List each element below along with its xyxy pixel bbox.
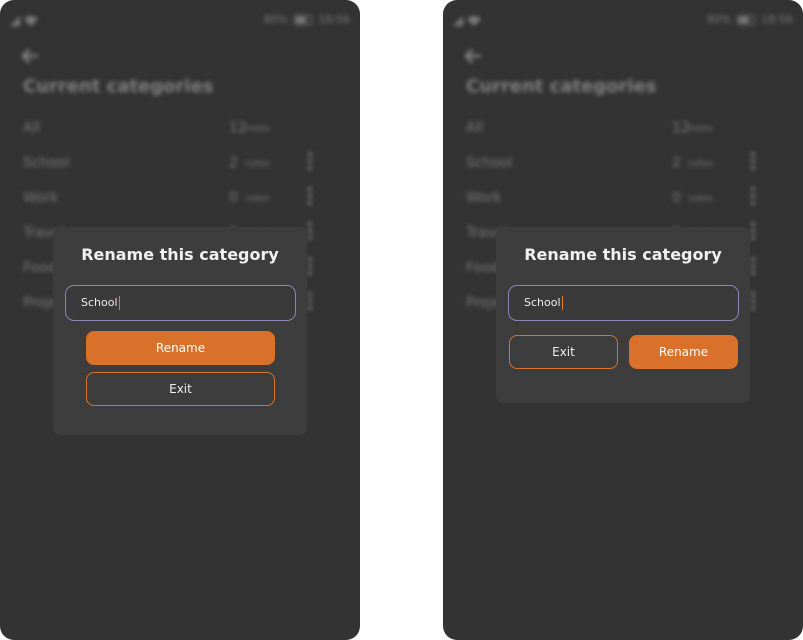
category-row[interactable]: Work 0 notes (466, 187, 766, 211)
more-vertical-icon[interactable] (751, 257, 757, 281)
page-title: Current categories (23, 76, 214, 97)
category-count: 2 (229, 155, 238, 171)
exit-button[interactable]: Exit (86, 372, 275, 406)
category-count: 0 (672, 190, 681, 206)
rename-dialog: Rename this category School Exit Rename (496, 227, 750, 403)
more-vertical-icon[interactable] (751, 187, 757, 211)
category-name-input[interactable]: School (65, 285, 296, 321)
back-arrow-icon[interactable] (463, 46, 483, 66)
dialog-title: Rename this category (524, 245, 722, 264)
exit-button[interactable]: Exit (509, 335, 618, 369)
battery-percent: 80% (706, 13, 732, 26)
page-title: Current categories (466, 76, 657, 97)
category-name: All (466, 120, 484, 136)
category-row[interactable]: All 12 notes (466, 120, 766, 140)
rename-button[interactable]: Rename (86, 331, 275, 365)
category-name: Work (466, 190, 502, 206)
more-vertical-icon[interactable] (308, 292, 314, 316)
status-bar: 80% 18:56 (10, 12, 350, 28)
category-row[interactable]: Work 0 notes (23, 187, 323, 211)
more-vertical-icon[interactable] (308, 152, 314, 176)
more-vertical-icon[interactable] (751, 292, 757, 316)
more-vertical-icon[interactable] (751, 152, 757, 176)
category-row[interactable]: All 12 notes (23, 120, 323, 140)
clock: 18:56 (761, 13, 793, 26)
signal-wifi-icon (453, 16, 481, 26)
dialog-title: Rename this category (81, 245, 279, 264)
category-name: Food (23, 260, 57, 276)
battery-icon (737, 14, 756, 25)
text-caret (561, 296, 563, 310)
input-value: School (524, 296, 561, 309)
signal-wifi-icon (10, 16, 38, 26)
phone-screen-horizontal-buttons: 80% 18:56 Current categories All 12 note… (443, 0, 803, 640)
more-vertical-icon[interactable] (308, 222, 314, 246)
rename-dialog: Rename this category School Rename Exit (53, 227, 307, 435)
status-bar: 80% 18:56 (453, 12, 793, 28)
battery-percent: 80% (263, 13, 289, 26)
category-name: School (23, 155, 70, 171)
more-vertical-icon[interactable] (751, 222, 757, 246)
category-count: 0 (229, 190, 238, 206)
category-unit: notes (688, 159, 713, 169)
category-unit: notes (245, 194, 270, 204)
input-value: School (81, 296, 118, 309)
phone-screen-vertical-buttons: 80% 18:56 Current categories All 12 note… (0, 0, 360, 640)
category-name: Food (466, 260, 500, 276)
category-name: Work (23, 190, 59, 206)
back-arrow-icon[interactable] (20, 46, 40, 66)
battery-icon (294, 14, 313, 25)
category-count: 2 (672, 155, 681, 171)
more-vertical-icon[interactable] (308, 187, 314, 211)
rename-button[interactable]: Rename (629, 335, 738, 369)
category-name: All (23, 120, 41, 136)
more-vertical-icon[interactable] (308, 257, 314, 281)
category-row[interactable]: School 2 notes (466, 152, 766, 176)
text-caret (118, 296, 120, 310)
category-unit: notes (688, 194, 713, 204)
category-unit: notes (245, 159, 270, 169)
category-name: School (466, 155, 513, 171)
category-unit: notes (245, 124, 270, 134)
category-unit: notes (688, 124, 713, 134)
clock: 18:56 (318, 13, 350, 26)
category-name-input[interactable]: School (508, 285, 739, 321)
category-row[interactable]: School 2 notes (23, 152, 323, 176)
